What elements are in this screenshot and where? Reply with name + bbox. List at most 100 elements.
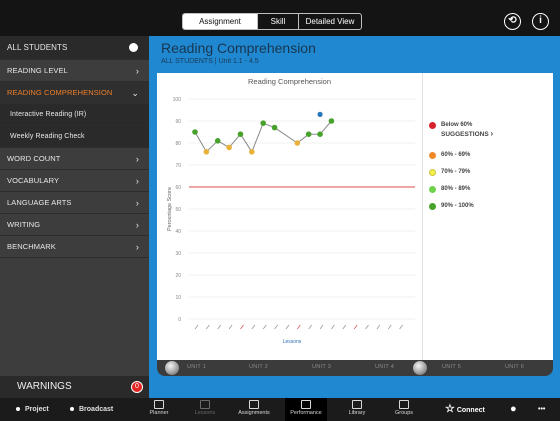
x-tick-mark (342, 324, 347, 330)
legend-dot (429, 169, 436, 176)
unit-scrubber[interactable]: UNIT 1 UNIT 2 UNIT 3 UNIT 4 UNIT 5 UNIT … (157, 360, 553, 376)
y-tick-label: 90 (175, 119, 181, 125)
shield-icon[interactable]: ● (510, 398, 517, 421)
chevron-right-icon: › (135, 220, 139, 230)
sidebar-item-label: VOCABULARY (7, 176, 60, 185)
info-circle-icon[interactable]: i (532, 13, 549, 30)
legend: Below 60% SUGGESTIONS › 60% - 69% 70% - … (427, 121, 493, 219)
x-tick-mark (217, 324, 222, 330)
planner-icon (154, 400, 164, 409)
x-tick-mark (376, 324, 381, 330)
legend-item-70-79: 70% - 79% (427, 168, 474, 185)
project-button[interactable]: Project (16, 398, 49, 421)
y-tick-label: 100 (173, 97, 182, 103)
legend-label: 60% - 69% (441, 152, 471, 158)
chevron-right-icon: › (490, 129, 494, 138)
sidebar-item-benchmark[interactable]: BENCHMARK › (0, 236, 149, 258)
x-tick-mark (296, 324, 301, 330)
star-icon: ☆ (445, 403, 455, 415)
y-tick-label: 30 (175, 251, 181, 257)
sidebar-item-label: Weekly Reading Check (10, 133, 85, 140)
x-tick-mark (240, 324, 244, 330)
tab-label: Lessons (194, 410, 216, 416)
chevron-right-icon: › (135, 66, 139, 76)
x-tick-mark (274, 324, 278, 330)
unit-label[interactable]: UNIT 6 (505, 364, 524, 370)
groups-icon (399, 400, 409, 409)
x-tick-mark (387, 324, 392, 330)
tab-detailed-view[interactable]: Detailed View (299, 14, 361, 29)
chevron-right-icon: › (135, 242, 139, 252)
warnings-count-badge: 0 (131, 381, 143, 393)
sidebar-subitem-weekly-reading-check[interactable]: Weekly Reading Check (0, 126, 149, 148)
x-tick-mark (228, 324, 233, 330)
view-segmented-control: Assignment Skill Detailed View (182, 13, 362, 30)
assignments-icon (249, 400, 259, 409)
sidebar-item-language-arts[interactable]: LANGUAGE ARTS › (0, 192, 149, 214)
x-axis-label: Lessons (283, 339, 302, 345)
performance-icon (301, 400, 311, 409)
unit-label[interactable]: UNIT 1 (187, 364, 206, 370)
y-tick-label: 10 (175, 295, 181, 301)
chevron-down-icon: ⌄ (131, 88, 139, 98)
y-tick-label: 80 (175, 141, 181, 147)
unit-label[interactable]: UNIT 3 (312, 364, 331, 370)
sidebar-item-vocabulary[interactable]: VOCABULARY › (0, 170, 149, 192)
suggestions-link[interactable]: SUGGESTIONS › (441, 130, 493, 139)
tab-skill[interactable]: Skill (258, 14, 299, 29)
legend-item-60-69: 60% - 69% (427, 151, 474, 168)
tab-planner[interactable]: Planner (138, 398, 180, 421)
warnings-label: WARNINGS (17, 381, 72, 392)
sidebar-item-label: READING COMPREHENSION (7, 88, 113, 97)
tab-label: Planner (149, 410, 169, 416)
sidebar-header-label: ALL STUDENTS (7, 43, 68, 52)
sidebar-item-reading-comprehension[interactable]: READING COMPREHENSION ⌄ (0, 82, 149, 104)
top-bar: Assignment Skill Detailed View ⟲ i (0, 0, 560, 36)
tab-label: Library (348, 410, 366, 416)
x-tick-mark (399, 324, 403, 330)
sidebar-item-reading-level[interactable]: READING LEVEL › (0, 60, 149, 82)
unit-label[interactable]: UNIT 4 (375, 364, 394, 370)
bottom-bar: Project Broadcast Planner Lessons Assign… (0, 398, 560, 421)
legend-label: 80% - 89% (441, 186, 471, 192)
unit-scrubber-end-handle[interactable] (413, 361, 427, 375)
page-title: Reading Comprehension (161, 40, 316, 56)
y-tick-label: 50 (175, 207, 181, 213)
x-tick-mark (206, 324, 210, 330)
tab-assignment[interactable]: Assignment (183, 14, 258, 29)
tab-label: Performance (290, 410, 322, 416)
legend-item-80-89: 80% - 89% (427, 185, 474, 202)
dot-icon (70, 407, 74, 412)
tab-performance[interactable]: Performance (285, 398, 327, 421)
y-tick-label: 70 (175, 163, 181, 169)
connect-button[interactable]: ☆ Connect (445, 398, 485, 421)
sidebar-item-word-count[interactable]: WORD COUNT › (0, 148, 149, 170)
x-tick-mark (319, 324, 324, 330)
sidebar-subitem-interactive-reading[interactable]: Interactive Reading (IR) (0, 104, 149, 126)
gear-icon[interactable] (129, 43, 138, 52)
tab-library[interactable]: Library (336, 398, 378, 421)
data-point (192, 129, 198, 135)
unit-label[interactable]: UNIT 2 (249, 364, 268, 370)
tab-lessons[interactable]: Lessons (184, 398, 226, 421)
project-label: Project (25, 406, 49, 413)
sidebar-header-all-students[interactable]: ALL STUDENTS (0, 36, 149, 60)
refresh-circle-icon[interactable]: ⟲ (504, 13, 521, 30)
y-tick-label: 40 (175, 229, 181, 235)
line-chart: 0 10 20 30 40 50 60 70 80 90 100 Percentage Score Le… (167, 97, 415, 345)
sidebar: ALL STUDENTS READING LEVEL › READING COM… (0, 36, 149, 398)
dot-icon (16, 407, 20, 412)
tab-groups[interactable]: Groups (383, 398, 425, 421)
warnings-item[interactable]: WARNINGS 0 (0, 376, 149, 398)
data-point (237, 131, 244, 137)
more-menu-button[interactable]: ••• (538, 398, 545, 421)
broadcast-button[interactable]: Broadcast (70, 398, 113, 421)
y-tick-label: 60 (175, 185, 181, 191)
unit-label[interactable]: UNIT 5 (442, 364, 461, 370)
data-point (294, 140, 301, 146)
tab-assignments[interactable]: Assignments (233, 398, 275, 421)
sidebar-item-writing[interactable]: WRITING › (0, 214, 149, 236)
unit-scrubber-start-handle[interactable] (165, 361, 179, 375)
page-subtitle: ALL STUDENTS | Unit 1.1 - 4.5 (161, 58, 259, 65)
legend-item-below-60: Below 60% SUGGESTIONS › (427, 121, 493, 151)
